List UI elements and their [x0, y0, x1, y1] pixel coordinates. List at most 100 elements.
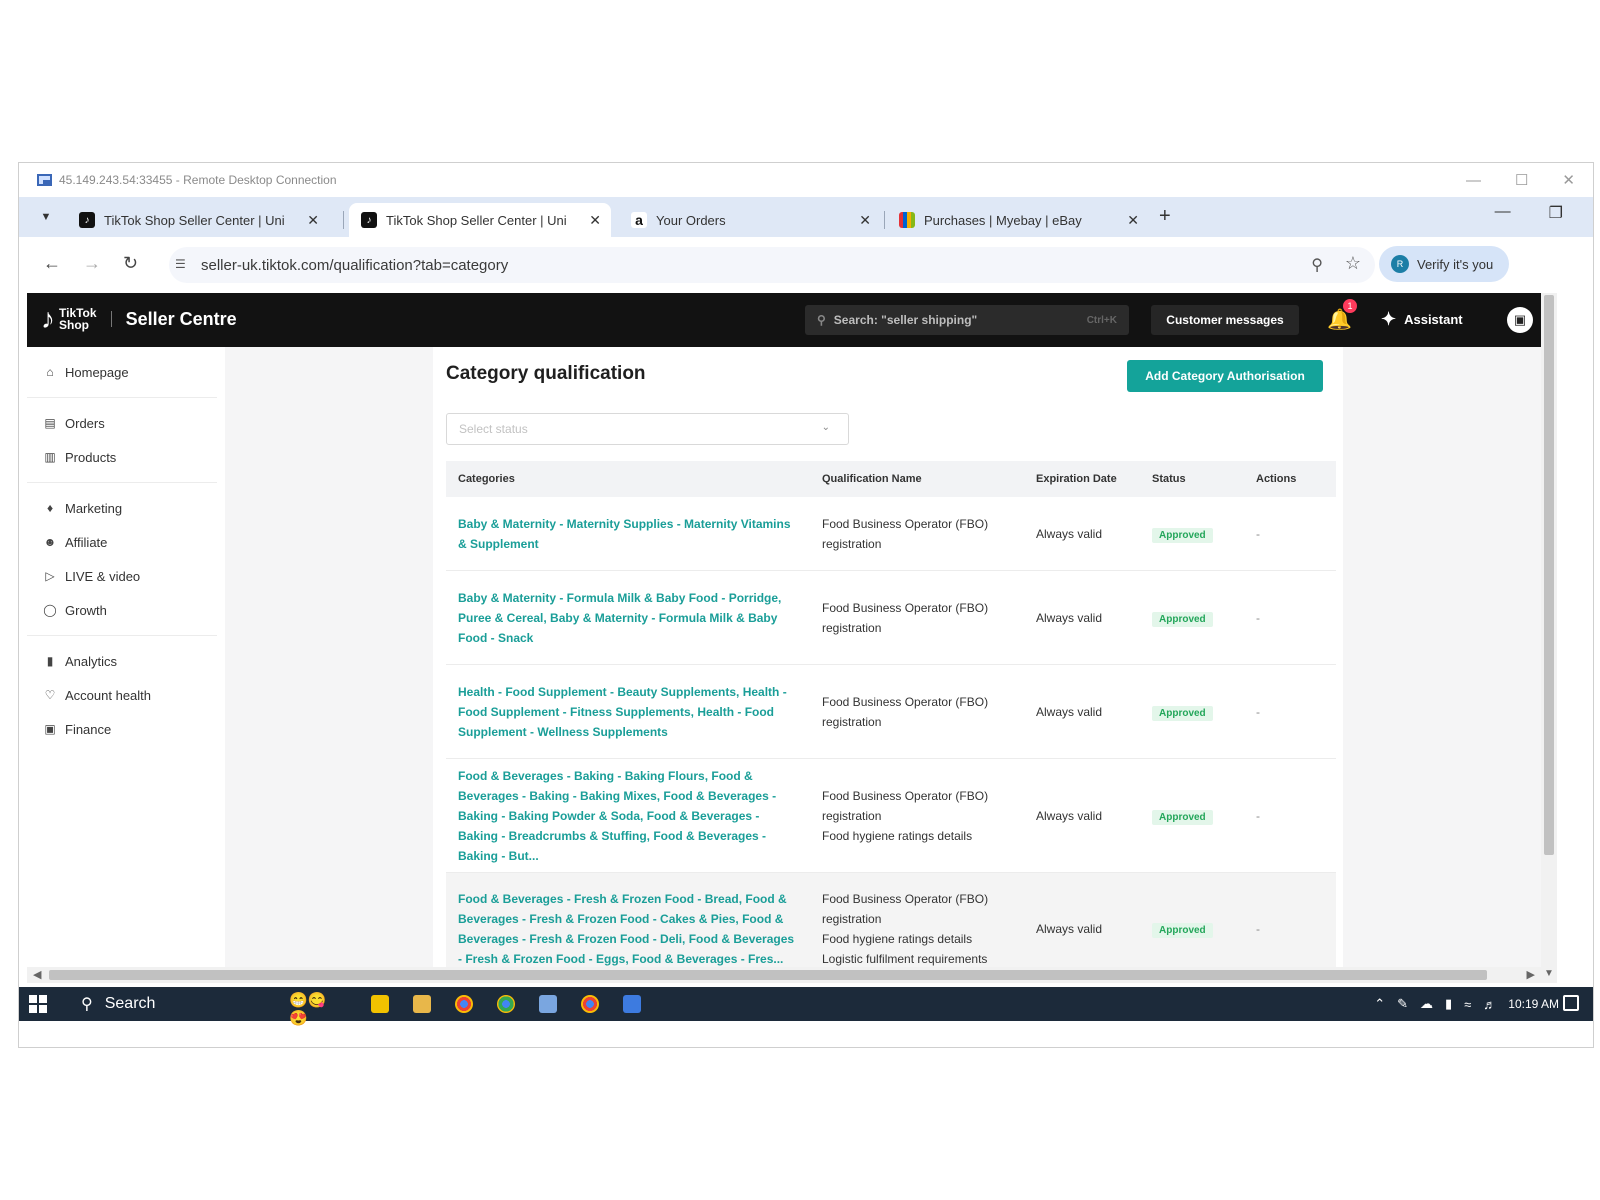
- sidebar-item-products[interactable]: ▥ Products: [27, 440, 217, 474]
- table-row: Health - Food Supplement - Beauty Supple…: [446, 665, 1336, 759]
- browser-tab-tiktok-1[interactable]: ♪ TikTok Shop Seller Center | Uni ✕: [67, 203, 329, 237]
- sidebar-item-analytics[interactable]: ▮ Analytics: [27, 644, 217, 678]
- battery-icon[interactable]: ▮: [1445, 996, 1452, 1012]
- sidebar-item-live-video[interactable]: ▷ LIVE & video: [27, 559, 217, 593]
- rdp-close-button[interactable]: ✕: [1562, 171, 1575, 189]
- forward-arrow-icon[interactable]: →: [83, 253, 101, 274]
- sidebar-item-label: Growth: [65, 602, 107, 618]
- volume-icon[interactable]: ♬: [1483, 997, 1496, 1012]
- zoom-icon[interactable]: ⚲: [1311, 255, 1323, 275]
- search-highlight-icon[interactable]: 😁😋😍: [289, 991, 345, 1027]
- category-link[interactable]: Baby & Maternity - Formula Milk & Baby F…: [446, 588, 812, 648]
- bookmark-star-icon[interactable]: ☆: [1345, 253, 1361, 274]
- network-icon[interactable]: ≈: [1464, 997, 1471, 1012]
- browser-tab-your-orders[interactable]: a Your Orders ✕: [619, 203, 881, 237]
- amazon-icon: a: [631, 212, 647, 228]
- status-badge: Approved: [1152, 527, 1213, 543]
- tab-title: Your Orders: [656, 212, 726, 228]
- tab-close-icon[interactable]: ✕: [859, 212, 871, 229]
- chrome-profile-icon[interactable]: [497, 995, 515, 1013]
- app-window-icon[interactable]: [623, 995, 641, 1013]
- sidebar-item-orders[interactable]: ▤ Orders: [27, 406, 217, 440]
- sidebar-item-finance[interactable]: ▣ Finance: [27, 712, 217, 746]
- reload-icon[interactable]: ↻: [123, 253, 138, 274]
- site-settings-icon[interactable]: ☰: [175, 257, 191, 273]
- sidebar-item-label: Products: [65, 449, 117, 465]
- tab-close-icon[interactable]: ✕: [307, 212, 319, 229]
- live-video-icon: ▷: [45, 569, 55, 583]
- add-category-authorisation-button[interactable]: Add Category Authorisation: [1127, 360, 1323, 392]
- tab-search-button[interactable]: ▼: [33, 205, 59, 229]
- seller-search-input[interactable]: ⚲ Search: "seller shipping" Ctrl+K: [805, 305, 1129, 335]
- tab-title: TikTok Shop Seller Center | Uni: [104, 212, 285, 228]
- browser-tab-ebay[interactable]: Purchases | Myebay | eBay ✕: [887, 203, 1149, 237]
- tab-close-icon[interactable]: ✕: [1127, 212, 1139, 229]
- scroll-right-arrow-icon[interactable]: ▶: [1527, 968, 1535, 981]
- status-badge: Approved: [1152, 705, 1213, 721]
- status-cell: Approved: [1142, 525, 1246, 543]
- sidebar-item-label: LIVE & video: [65, 568, 141, 584]
- product-name: Seller Centre: [125, 308, 237, 329]
- category-link[interactable]: Baby & Maternity - Maternity Supplies - …: [446, 514, 812, 554]
- sidebar-item-affiliate[interactable]: ☻ Affiliate: [27, 525, 217, 559]
- sidebar-item-homepage[interactable]: ⌂ Homepage: [27, 355, 217, 389]
- file-explorer-icon[interactable]: [413, 995, 431, 1013]
- vertical-scrollbar[interactable]: ▼: [1541, 293, 1557, 983]
- assistant-button[interactable]: ✦ Assistant: [1381, 309, 1463, 330]
- cloud-icon[interactable]: ☁: [1420, 996, 1433, 1012]
- sidebar-item-marketing[interactable]: ♦ Marketing: [27, 491, 217, 525]
- expiration-date: Always valid: [1036, 808, 1103, 823]
- table-row: Food & Beverages - Baking - Baking Flour…: [446, 759, 1336, 873]
- rdp-title-bar: 45.149.243.54:33455 - Remote Desktop Con…: [19, 163, 1593, 197]
- category-link[interactable]: Food & Beverages - Fresh & Frozen Food -…: [446, 889, 812, 968]
- verify-profile-chip[interactable]: R Verify it's you: [1379, 246, 1509, 282]
- store-icon[interactable]: ▣: [1507, 307, 1533, 333]
- scroll-down-arrow-icon[interactable]: ▼: [1544, 968, 1554, 979]
- chrome-icon[interactable]: [455, 995, 473, 1013]
- expiration-date: Always valid: [1036, 610, 1103, 625]
- tiktok-icon: ♪: [361, 212, 377, 228]
- rdp-maximize-button[interactable]: ☐: [1515, 171, 1528, 189]
- sidebar-item-growth[interactable]: ◯ Growth: [27, 593, 217, 627]
- chrome-icon[interactable]: [581, 995, 599, 1013]
- remote-desktop-icon[interactable]: [539, 995, 557, 1013]
- sticky-notes-icon[interactable]: [371, 995, 389, 1013]
- qualification-table: Categories Qualification Name Expiration…: [446, 461, 1336, 967]
- new-tab-button[interactable]: +: [1159, 205, 1171, 228]
- scroll-left-arrow-icon[interactable]: ◀: [33, 968, 41, 981]
- rdp-minimize-button[interactable]: —: [1466, 172, 1481, 189]
- taskbar-search-label: Search: [104, 995, 156, 1012]
- browser-minimize-button[interactable]: —: [1495, 203, 1511, 223]
- notification-badge: 1: [1343, 299, 1357, 313]
- scrollbar-thumb[interactable]: [1544, 295, 1554, 855]
- address-bar[interactable]: ☰ seller-uk.tiktok.com/qualification?tab…: [169, 247, 1375, 283]
- notification-center-icon[interactable]: [1563, 995, 1579, 1011]
- browser-restore-button[interactable]: ❐: [1549, 203, 1563, 223]
- status-select[interactable]: Select status ⌄: [446, 413, 849, 445]
- horizontal-scrollbar[interactable]: ◀ ▶: [27, 967, 1541, 983]
- clock[interactable]: 10:19 AM: [1508, 997, 1559, 1011]
- system-tray: ⌃ ✎ ☁ ▮ ≈ ♬ 10:19 AM: [1374, 987, 1559, 1021]
- windows-start-icon[interactable]: [29, 995, 47, 1013]
- taskbar-search[interactable]: ⚲ Search: [73, 987, 283, 1021]
- sidebar-item-label: Orders: [65, 415, 105, 431]
- tab-close-icon[interactable]: ✕: [589, 212, 601, 229]
- customer-messages-button[interactable]: Customer messages: [1151, 305, 1299, 335]
- logo-divider: [110, 311, 112, 327]
- page-content: ⌂ Homepage ▤ Orders ▥ Products ♦ Marketing ☻…: [27, 347, 1541, 967]
- sidebar-item-account-health[interactable]: ♡ Account health: [27, 678, 217, 712]
- qualification-line: Food Business Operator (FBO) registratio…: [822, 516, 989, 551]
- chevron-up-icon[interactable]: ⌃: [1374, 996, 1385, 1012]
- qualification-line: Food Business Operator (FBO) registratio…: [822, 788, 989, 823]
- tiktok-icon: ♪: [79, 212, 95, 228]
- category-link[interactable]: Health - Food Supplement - Beauty Supple…: [446, 682, 812, 742]
- scrollbar-thumb[interactable]: [49, 970, 1487, 980]
- browser-tab-tiktok-2[interactable]: ♪ TikTok Shop Seller Center | Uni ✕: [349, 203, 611, 237]
- sidebar-group: ▤ Orders ▥ Products: [27, 398, 217, 483]
- back-arrow-icon[interactable]: ←: [43, 253, 61, 274]
- tiktok-shop-logo[interactable]: ♪ TikTok Shop Seller Centre: [41, 305, 237, 333]
- category-link[interactable]: Food & Beverages - Baking - Baking Flour…: [446, 766, 812, 866]
- pen-icon[interactable]: ✎: [1397, 996, 1408, 1012]
- table-row: Baby & Maternity - Maternity Supplies - …: [446, 497, 1336, 571]
- action-cell: -: [1256, 610, 1260, 625]
